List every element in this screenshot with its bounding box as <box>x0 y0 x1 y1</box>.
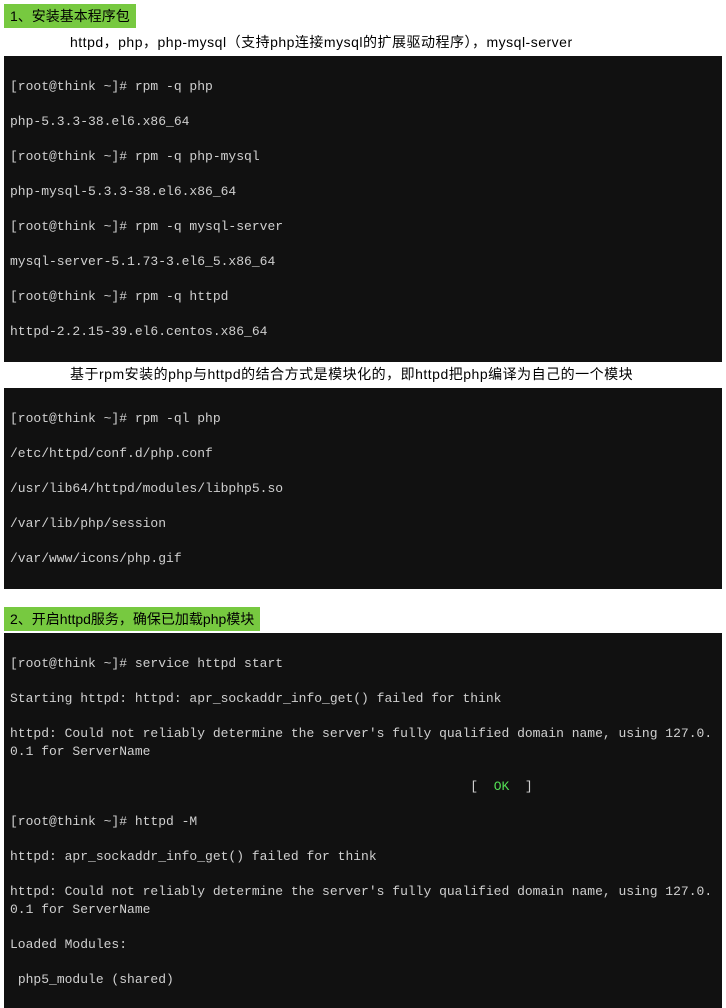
term-line: /etc/httpd/conf.d/php.conf <box>10 445 716 463</box>
section2-heading: 2、开启httpd服务，确保已加载php模块 <box>4 607 260 631</box>
terminal-block-3: [root@think ~]# service httpd start Star… <box>4 633 722 1008</box>
section1-note2: 基于rpm安装的php与httpd的结合方式是模块化的，即httpd把php编译… <box>0 362 726 388</box>
ok-text: OK <box>494 779 510 794</box>
term-line: ssl_module (shared) <box>10 1006 716 1008</box>
term-line: php-mysql-5.3.3-38.el6.x86_64 <box>10 183 716 201</box>
section1-note1: httpd，php，php-mysql（支持php连接mysql的扩展驱动程序）… <box>0 30 726 56</box>
term-line: [root@think ~]# rpm -q mysql-server <box>10 218 716 236</box>
term-line: php5_module (shared) <box>10 971 716 989</box>
term-line: mysql-server-5.1.73-3.el6_5.x86_64 <box>10 253 716 271</box>
term-line-ok: [ OK ] <box>10 778 716 796</box>
section1-heading: 1、安装基本程序包 <box>4 4 136 28</box>
term-line: /usr/lib64/httpd/modules/libphp5.so <box>10 480 716 498</box>
terminal-block-2: [root@think ~]# rpm -ql php /etc/httpd/c… <box>4 388 722 589</box>
term-line: /var/www/icons/php.gif <box>10 550 716 568</box>
term-line: [root@think ~]# rpm -q httpd <box>10 288 716 306</box>
term-line: [root@think ~]# rpm -q php <box>10 78 716 96</box>
term-line: php-5.3.3-38.el6.x86_64 <box>10 113 716 131</box>
term-line: httpd: apr_sockaddr_info_get() failed fo… <box>10 848 716 866</box>
term-line: httpd: Could not reliably determine the … <box>10 883 716 918</box>
term-line: httpd-2.2.15-39.el6.centos.x86_64 <box>10 323 716 341</box>
term-line: [root@think ~]# httpd -M <box>10 813 716 831</box>
term-line: httpd: Could not reliably determine the … <box>10 725 716 760</box>
term-line: /var/lib/php/session <box>10 515 716 533</box>
term-line: Starting httpd: httpd: apr_sockaddr_info… <box>10 690 716 708</box>
ok-suffix: ] <box>509 779 532 794</box>
term-line: Loaded Modules: <box>10 936 716 954</box>
terminal-block-1: [root@think ~]# rpm -q php php-5.3.3-38.… <box>4 56 722 362</box>
term-line: [root@think ~]# rpm -ql php <box>10 410 716 428</box>
ok-prefix: [ <box>10 779 494 794</box>
term-line: [root@think ~]# service httpd start <box>10 655 716 673</box>
section-gap <box>0 589 726 603</box>
term-line: [root@think ~]# rpm -q php-mysql <box>10 148 716 166</box>
